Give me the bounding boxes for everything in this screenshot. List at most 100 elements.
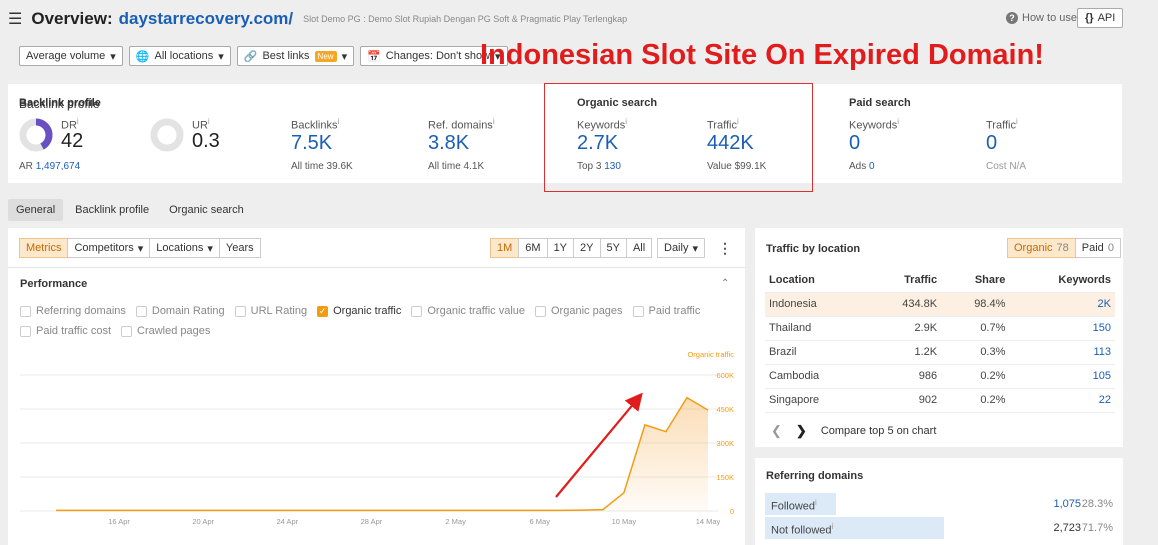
y-tick-label: 150K xyxy=(716,473,734,482)
col-share: Share xyxy=(974,273,1006,286)
metric-checkbox[interactable]: Organic traffic value xyxy=(411,305,525,317)
not-followed-label: Not followedi xyxy=(771,522,834,537)
next-icon[interactable]: ❯ xyxy=(796,423,807,439)
paid-cost: Cost N/A xyxy=(986,161,1027,172)
api-button[interactable]: {} API xyxy=(1077,8,1124,28)
cell-keywords[interactable]: 105 xyxy=(1009,364,1115,388)
series-area xyxy=(56,397,708,511)
granularity-label: Daily xyxy=(664,242,689,254)
range-1m[interactable]: 1M xyxy=(490,238,520,258)
x-tick-label: 24 Apr xyxy=(277,517,299,526)
paid-keywords-value[interactable]: 0 xyxy=(849,132,860,155)
compare-row: ❮ ❯ Compare top 5 on chart xyxy=(771,423,936,439)
caret-down-icon: ▾ xyxy=(207,242,213,255)
volume-dropdown[interactable]: Average volume ▾ xyxy=(19,46,123,66)
series-line xyxy=(56,396,709,512)
scrollbar-track[interactable] xyxy=(1130,0,1158,545)
cell-traffic: 434.8K xyxy=(866,292,942,316)
cell-keywords[interactable]: 113 xyxy=(1009,340,1115,364)
metric-checkbox[interactable]: URL Rating xyxy=(234,305,308,317)
menu-icon[interactable]: ☰ xyxy=(8,9,22,29)
cell-traffic: 1.2K xyxy=(914,346,938,358)
metric-checkbox[interactable]: ✓ Organic traffic xyxy=(317,305,401,317)
y-tick-label: 450K xyxy=(716,405,734,414)
granularity-dropdown[interactable]: Daily ▾ xyxy=(657,238,705,258)
paid-search-title: Paid search xyxy=(849,97,911,109)
range-1y[interactable]: 1Y xyxy=(546,238,575,258)
x-tick-label: 6 May xyxy=(530,517,551,526)
metric-checkbox-label: Organic traffic value xyxy=(427,305,525,317)
col-traffic: Traffic xyxy=(904,273,938,286)
compare-top5-link[interactable]: Compare top 5 on chart xyxy=(821,425,937,437)
range-5y[interactable]: 5Y xyxy=(599,238,627,258)
prev-icon[interactable]: ❮ xyxy=(771,423,782,439)
metric-checkbox-label: Paid traffic cost xyxy=(36,325,111,337)
metric-checkbox[interactable]: Crawled pages xyxy=(121,325,210,337)
organic-toggle[interactable]: Organic 78 xyxy=(1007,238,1076,258)
series-label: Organic traffic xyxy=(687,350,734,359)
table-row[interactable]: Cambodia 986 0.2% 105 xyxy=(765,364,1115,388)
performance-title: Performance xyxy=(20,278,88,290)
target-domain[interactable]: daystarrecovery.com/ xyxy=(119,9,294,29)
metric-checkbox[interactable]: Organic pages xyxy=(535,305,623,317)
table-row[interactable]: Thailand 2.9K 0.7% 150 xyxy=(765,316,1115,340)
more-options-icon[interactable]: ⋮ xyxy=(718,240,732,257)
traffic-by-location-title: Traffic by location xyxy=(766,243,861,255)
range-6m[interactable]: 6M xyxy=(518,238,548,258)
how-to-use-link[interactable]: ? How to use xyxy=(1006,12,1077,24)
view-competitors[interactable]: Competitors ▾ xyxy=(67,238,151,258)
backlinks-label: Backlinksi xyxy=(291,117,340,132)
collapse-icon[interactable]: ⌃ xyxy=(721,278,729,289)
table-row[interactable]: Brazil 1.2K 0.3% 113 xyxy=(765,340,1115,364)
cell-keywords[interactable]: 2K xyxy=(1009,292,1115,316)
metric-checkbox[interactable]: Domain Rating xyxy=(135,305,225,317)
tab-general[interactable]: General xyxy=(8,199,64,221)
dr-value: 42 xyxy=(61,130,84,152)
page-subtitle: Slot Demo PG : Demo Slot Rupiah Dengan P… xyxy=(303,14,628,24)
view-metrics[interactable]: Metrics xyxy=(19,238,69,258)
checkbox-icon xyxy=(20,305,31,317)
cell-location: Thailand xyxy=(769,322,812,334)
ur-donut xyxy=(150,118,184,152)
metric-checkbox[interactable]: Referring domains xyxy=(20,305,126,317)
cell-location: Singapore xyxy=(769,394,820,406)
table-row[interactable]: Indonesia 434.8K 98.4% 2K xyxy=(765,292,1115,316)
view-years[interactable]: Years xyxy=(218,238,261,258)
table-row[interactable]: Singapore 902 0.2% 22 xyxy=(765,388,1115,412)
changes-dropdown-label: Changes: Don't show xyxy=(385,50,491,62)
metric-checkbox-label: URL Rating xyxy=(250,305,308,317)
followed-value[interactable]: 1,075 xyxy=(1053,498,1081,510)
section-tabs: General Backlink profile Organic search xyxy=(8,199,252,221)
followed-row[interactable]: Followedi 1,075 28.3% xyxy=(765,493,1115,515)
checkbox-icon xyxy=(234,305,246,317)
paid-traffic-value[interactable]: 0 xyxy=(986,132,997,155)
page-title: Overview: xyxy=(31,9,113,28)
view-locations[interactable]: Locations ▾ xyxy=(149,238,220,258)
tab-backlink-profile[interactable]: Backlink profile xyxy=(67,199,157,221)
x-tick-label: 16 Apr xyxy=(108,517,130,526)
cell-keywords[interactable]: 22 xyxy=(1009,388,1115,412)
checkbox-icon xyxy=(411,305,423,317)
metric-checkbox[interactable]: Paid traffic xyxy=(632,305,700,317)
globe-icon: 🌐 xyxy=(135,50,150,63)
best-links-dropdown[interactable]: 🔗 Best links New ▾ xyxy=(236,46,355,66)
refdomains-value[interactable]: 3.8K xyxy=(428,132,469,155)
cell-keywords[interactable]: 150 xyxy=(1009,316,1115,340)
backlinks-value[interactable]: 7.5K xyxy=(291,132,332,155)
checkbox-icon xyxy=(121,325,132,337)
performance-panel: Metrics Competitors ▾ Locations ▾ Years 1M… xyxy=(8,228,745,545)
cell-share: 0.2% xyxy=(980,370,1006,382)
metric-checkbox[interactable]: Paid traffic cost xyxy=(20,325,111,337)
range-all[interactable]: All xyxy=(625,238,653,258)
cell-traffic: 986 xyxy=(918,370,938,382)
locations-dropdown[interactable]: 🌐 All locations ▾ xyxy=(128,46,231,66)
tab-organic-search[interactable]: Organic search xyxy=(161,199,252,221)
refdomains-alltime: All time 4.1K xyxy=(428,161,485,172)
cell-traffic: 902 xyxy=(918,394,938,406)
y-tick-label: 300K xyxy=(716,439,734,448)
paid-toggle[interactable]: Paid 0 xyxy=(1074,238,1121,258)
not-followed-row[interactable]: Not followedi 2,723 71.7% xyxy=(765,517,1115,539)
range-2y[interactable]: 2Y xyxy=(573,238,601,258)
followed-pct: 28.3% xyxy=(1081,498,1113,510)
y-tick-label: 600K xyxy=(716,371,734,380)
